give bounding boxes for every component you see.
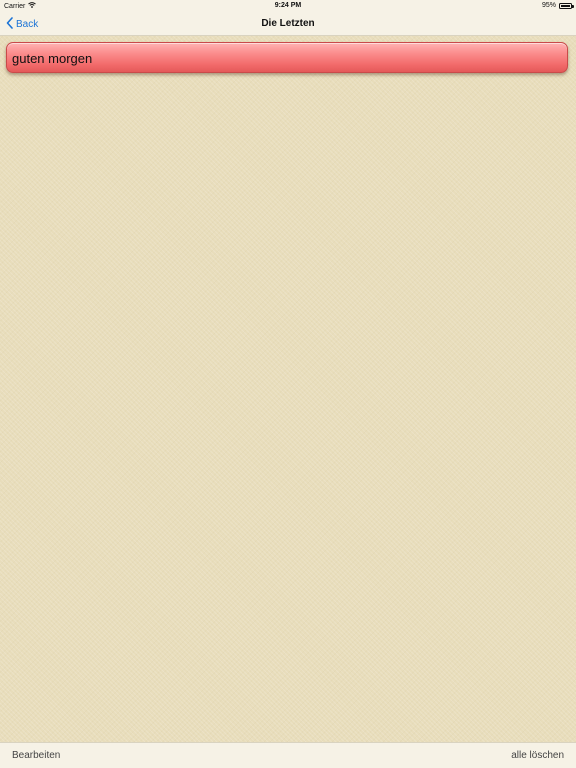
bottom-toolbar: Bearbeiten alle löschen [0, 742, 576, 768]
battery-level-fill [561, 4, 570, 7]
page-title: Die Letzten [261, 18, 315, 29]
edit-button[interactable]: Bearbeiten [12, 750, 60, 761]
delete-all-button[interactable]: alle löschen [511, 750, 564, 761]
list-item[interactable]: guten morgen [6, 42, 568, 73]
status-bar: Carrier 9:24 PM 95% [0, 0, 576, 12]
battery-nub [572, 5, 574, 8]
content-area: guten morgen [0, 36, 576, 742]
status-time: 9:24 PM [274, 2, 302, 9]
battery-icon [559, 2, 574, 9]
navigation-bar: Back Die Letzten [0, 12, 576, 36]
status-battery-group: 95% [541, 2, 574, 9]
list-item-label: guten morgen [12, 51, 93, 66]
battery-percentage: 95% [541, 2, 556, 9]
